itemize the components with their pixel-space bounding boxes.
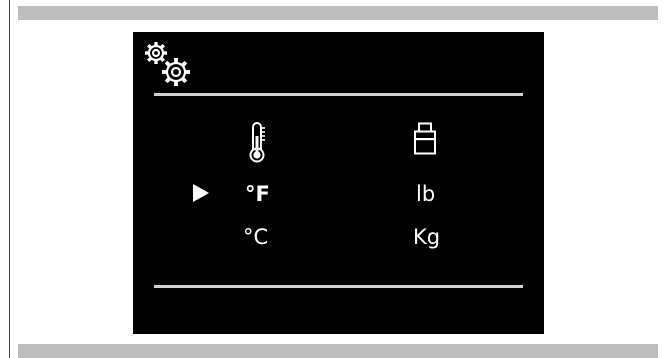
bottom-frame-band (18, 344, 658, 358)
bottom-divider (154, 285, 523, 288)
weight-icon (414, 122, 436, 155)
selection-arrow-icon (193, 184, 209, 202)
unit-pound[interactable]: lb (416, 182, 435, 206)
top-frame-band (18, 6, 658, 20)
unit-kilogram[interactable]: Kg (413, 225, 440, 249)
settings-gears-icon[interactable] (141, 38, 197, 88)
top-divider (154, 93, 523, 96)
unit-celsius[interactable]: °C (243, 225, 268, 249)
thermometer-icon (249, 122, 265, 163)
settings-screen: °F °C lb Kg (133, 32, 544, 334)
unit-fahrenheit[interactable]: °F (245, 182, 270, 206)
left-margin-rule (9, 0, 10, 358)
